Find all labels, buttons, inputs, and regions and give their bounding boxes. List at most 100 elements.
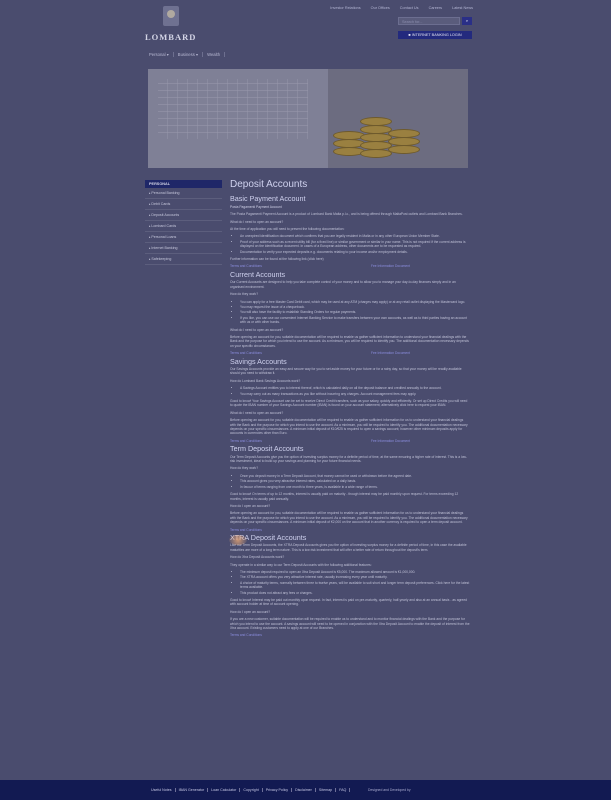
- bullet-list: Once you deposit money in a Term Deposit…: [230, 474, 470, 489]
- footer-link-loan-calculator[interactable]: Loan Calculator: [208, 788, 241, 792]
- list-item: Proof of your address such as a recent u…: [240, 240, 470, 249]
- top-link-investor-relations[interactable]: Investor Relations: [330, 6, 360, 10]
- bullet-list: A Savings Account entitles you to intere…: [230, 386, 470, 396]
- fee-document-link[interactable]: Fee Information Document: [371, 351, 410, 355]
- question: What do I need to open an account?: [230, 219, 284, 224]
- cursor-highlight: [229, 535, 247, 545]
- coin-stack: [360, 149, 392, 158]
- sidebar-item-personal-loans[interactable]: Personal Loans: [145, 232, 222, 243]
- terms-link[interactable]: Terms and Conditions: [230, 528, 262, 532]
- list-item: You will also have the facility to estab…: [240, 310, 470, 314]
- list-item: Documentation to verify your expected de…: [240, 250, 470, 254]
- paragraph: Good to know! On terms of up to 12 month…: [230, 492, 459, 501]
- paragraph: Good to know! Interest may be paid out m…: [230, 598, 468, 607]
- list-item: You may carry out as many transactions a…: [240, 392, 470, 396]
- footer-link-disclaimer[interactable]: Disclaimer: [292, 788, 316, 792]
- coin-stack: [360, 117, 392, 126]
- terms-link[interactable]: Terms and Conditions: [230, 633, 262, 637]
- sidebar-item-deposit-accounts[interactable]: Deposit Accounts: [145, 210, 222, 221]
- sidebar: PERSONAL Personal Banking Debit Cards De…: [145, 180, 222, 265]
- terms-link[interactable]: Terms and Conditions: [230, 264, 262, 268]
- document-links: Terms and Conditions Fee Information Doc…: [230, 264, 410, 268]
- main-nav: Personal ▾ Business ▾ Wealth: [145, 52, 226, 57]
- sidebar-item-internet-banking[interactable]: Internet Banking: [145, 243, 222, 254]
- sidebar-item-lombard-cards[interactable]: Lombard Cards: [145, 221, 222, 232]
- question: How do Lombard Bank Savings Accounts wor…: [230, 378, 301, 383]
- sidebar-item-debit-cards[interactable]: Debit Cards: [145, 199, 222, 210]
- bullet-list: The minimum deposit required to open an …: [230, 570, 470, 595]
- sidebar-item-safekeeping[interactable]: Safekeeping: [145, 254, 222, 265]
- top-links: Investor Relations Our Offices Contact U…: [330, 6, 473, 10]
- list-item: You can apply for a free Master Card Deb…: [240, 300, 470, 304]
- section-title-savings: Savings Accounts: [230, 356, 287, 366]
- top-link-our-offices[interactable]: Our Offices: [371, 6, 390, 10]
- coin-stack: [388, 137, 420, 146]
- list-item: This account gives you very attractive i…: [240, 479, 470, 483]
- top-link-contact-us[interactable]: Contact Us: [400, 6, 419, 10]
- footer-link-iban-generator[interactable]: IBAN Generator: [176, 788, 209, 792]
- top-link-careers[interactable]: Careers: [429, 6, 443, 10]
- list-item: An unexpired identification document whi…: [240, 234, 470, 238]
- bullet-list: You can apply for a free Master Card Deb…: [230, 300, 470, 325]
- paragraph: They operate in a similar way to our Ter…: [230, 562, 372, 567]
- question: How do I open an account?: [230, 609, 271, 614]
- paragraph: Our Current Accounts are designed to hel…: [230, 280, 456, 289]
- search-input[interactable]: Search for...: [398, 17, 460, 25]
- question: How do they work?: [230, 466, 259, 471]
- footer-link-sitemap[interactable]: Sitemap: [316, 788, 337, 792]
- paragraph: Before opening an account for you, suita…: [230, 334, 469, 348]
- nav-personal[interactable]: Personal ▾: [145, 52, 174, 57]
- question: How do I open an account?: [230, 503, 271, 508]
- search-icon: ⌕: [465, 18, 469, 23]
- list-item: If you like, you can use our convenient …: [240, 316, 470, 325]
- fee-document-link[interactable]: Fee Information Document: [371, 439, 410, 443]
- paragraph: Our Savings Accounts provide an easy and…: [230, 366, 462, 376]
- content-area: PERSONAL Personal Banking Debit Cards De…: [0, 179, 611, 780]
- footer-link-faq[interactable]: FAQ: [336, 788, 351, 792]
- coin-stack: [388, 129, 420, 138]
- list-item: The XTRA account offers you very attract…: [240, 575, 470, 579]
- list-item: You may request the issue of a chequeboo…: [240, 305, 470, 309]
- terms-link[interactable]: Terms and Conditions: [230, 439, 262, 443]
- search-button[interactable]: ⌕: [462, 17, 472, 25]
- footer-credit: Designed and Developed by: [368, 788, 411, 792]
- paragraph: Good to know! Your Savings Account can b…: [230, 399, 468, 408]
- hero-chart-paper: [148, 69, 328, 168]
- list-item: A choice of maturity terms, normally bet…: [240, 581, 470, 590]
- nav-business[interactable]: Business ▾: [174, 52, 204, 57]
- list-item: This product does not attract any fees o…: [240, 591, 470, 595]
- paragraph: Before opening an account for you, suita…: [230, 511, 468, 525]
- paragraph: Before opening an account for you, suita…: [230, 418, 468, 436]
- footer-links: Useful Notes IBAN Generator Loan Calcula…: [148, 788, 351, 792]
- fee-document-link[interactable]: Fee Information Document: [371, 264, 410, 268]
- paragraph: At the time of application you will need…: [230, 227, 345, 232]
- question: How do they work?: [230, 292, 259, 297]
- footer: Useful Notes IBAN Generator Loan Calcula…: [0, 780, 611, 800]
- logo-wordmark: LOMBARD: [145, 32, 197, 42]
- list-item: In favour of terms ranging from one mont…: [240, 485, 470, 489]
- footer-link-useful-notes[interactable]: Useful Notes: [148, 788, 176, 792]
- question: What do I need to open an account?: [230, 327, 284, 332]
- internet-banking-login-button[interactable]: ■ INTERNET BANKING LOGIN: [398, 31, 472, 39]
- bullet-list: An unexpired identification document whi…: [230, 234, 470, 254]
- terms-link[interactable]: Terms and Conditions: [230, 351, 262, 355]
- coin-stack: [388, 145, 420, 154]
- section-title-current: Current Accounts: [230, 269, 286, 279]
- document-links: Terms and Conditions: [230, 633, 410, 637]
- footer-link-copyright[interactable]: Copyright: [240, 788, 263, 792]
- document-links: Terms and Conditions Fee Information Doc…: [230, 439, 410, 443]
- paragraph: Our Term Deposit Accounts give you the o…: [230, 454, 468, 464]
- lombard-logo[interactable]: LOMBARD: [145, 6, 205, 42]
- paragraph: The Posta Pagamenti Payment Account is a…: [230, 212, 463, 217]
- question: What do I need to open an account?: [230, 410, 284, 415]
- top-link-latest-news[interactable]: Latest News: [452, 6, 473, 10]
- section-title-term: Term Deposit Accounts: [230, 444, 304, 454]
- hero-banner-image: [148, 69, 468, 168]
- nav-wealth[interactable]: Wealth: [203, 52, 226, 57]
- paragraph: Further information can be found at the …: [230, 257, 324, 262]
- footer-link-privacy-policy[interactable]: Privacy Policy: [263, 788, 293, 792]
- list-item: Once you deposit money in a Term Deposit…: [240, 474, 470, 478]
- sidebar-item-personal-banking[interactable]: Personal Banking: [145, 188, 222, 199]
- page-title: Deposit Accounts: [230, 179, 308, 190]
- paragraph: Like our Term Deposit Accounts, the XTRA…: [230, 543, 467, 552]
